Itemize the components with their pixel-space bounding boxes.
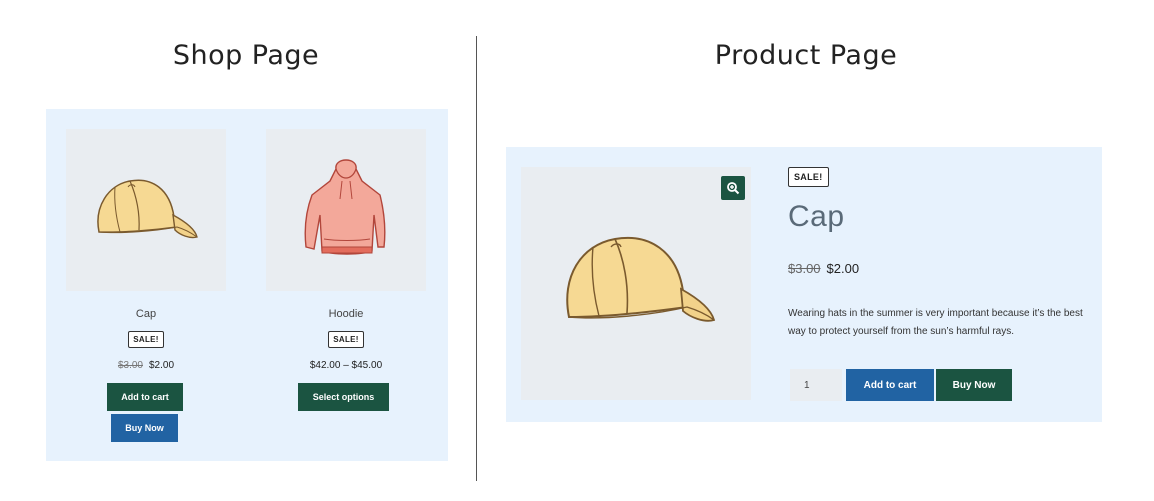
product-price: $3.00 $2.00 <box>788 261 859 276</box>
product-page-heading: Product Page <box>714 40 898 71</box>
quantity-input[interactable] <box>790 369 842 401</box>
cap-image <box>97 179 198 239</box>
sale-price: $2.00 <box>149 360 175 371</box>
buy-now-button[interactable]: Buy Now <box>936 369 1012 401</box>
select-options-button[interactable]: Select options <box>298 383 389 411</box>
product-main-image[interactable] <box>521 167 751 400</box>
section-divider <box>476 36 477 481</box>
product-card-hoodie: Hoodie SALE! $42.00 – $45.00 Select opti… <box>246 109 446 461</box>
cap-image <box>566 236 716 322</box>
add-to-cart-button[interactable]: Add to cart <box>846 369 934 401</box>
buy-now-button[interactable]: Buy Now <box>111 414 178 442</box>
product-title: Cap <box>788 200 845 233</box>
sale-badge: SALE! <box>788 167 829 187</box>
sale-badge: SALE! <box>328 331 364 348</box>
shop-product-grid: Cap SALE! $3.00 $2.00 Add to cart Buy Now… <box>46 109 448 461</box>
cap-thumbnail[interactable] <box>66 129 226 291</box>
product-detail-panel: SALE! Cap $3.00 $2.00 Wearing hats in the… <box>506 147 1102 422</box>
old-price: $3.00 <box>117 360 143 371</box>
add-to-cart-button[interactable]: Add to cart <box>107 383 183 411</box>
sale-price: $2.00 <box>826 261 860 276</box>
product-price-range: $42.00 – $45.00 <box>309 360 383 371</box>
product-description: Wearing hats in the summer is very impor… <box>788 308 1083 337</box>
product-price: $3.00 $2.00 <box>46 360 246 371</box>
hoodie-image <box>304 159 386 255</box>
zoom-in-icon[interactable] <box>721 176 745 200</box>
product-card-cap: Cap SALE! $3.00 $2.00 Add to cart Buy Now <box>46 109 246 461</box>
sale-badge: SALE! <box>128 331 164 348</box>
product-name[interactable]: Hoodie <box>246 308 446 320</box>
shop-page-heading: Shop Page <box>172 40 320 71</box>
hoodie-thumbnail[interactable] <box>266 129 426 291</box>
old-price: $3.00 <box>788 261 821 276</box>
product-name[interactable]: Cap <box>46 308 246 320</box>
